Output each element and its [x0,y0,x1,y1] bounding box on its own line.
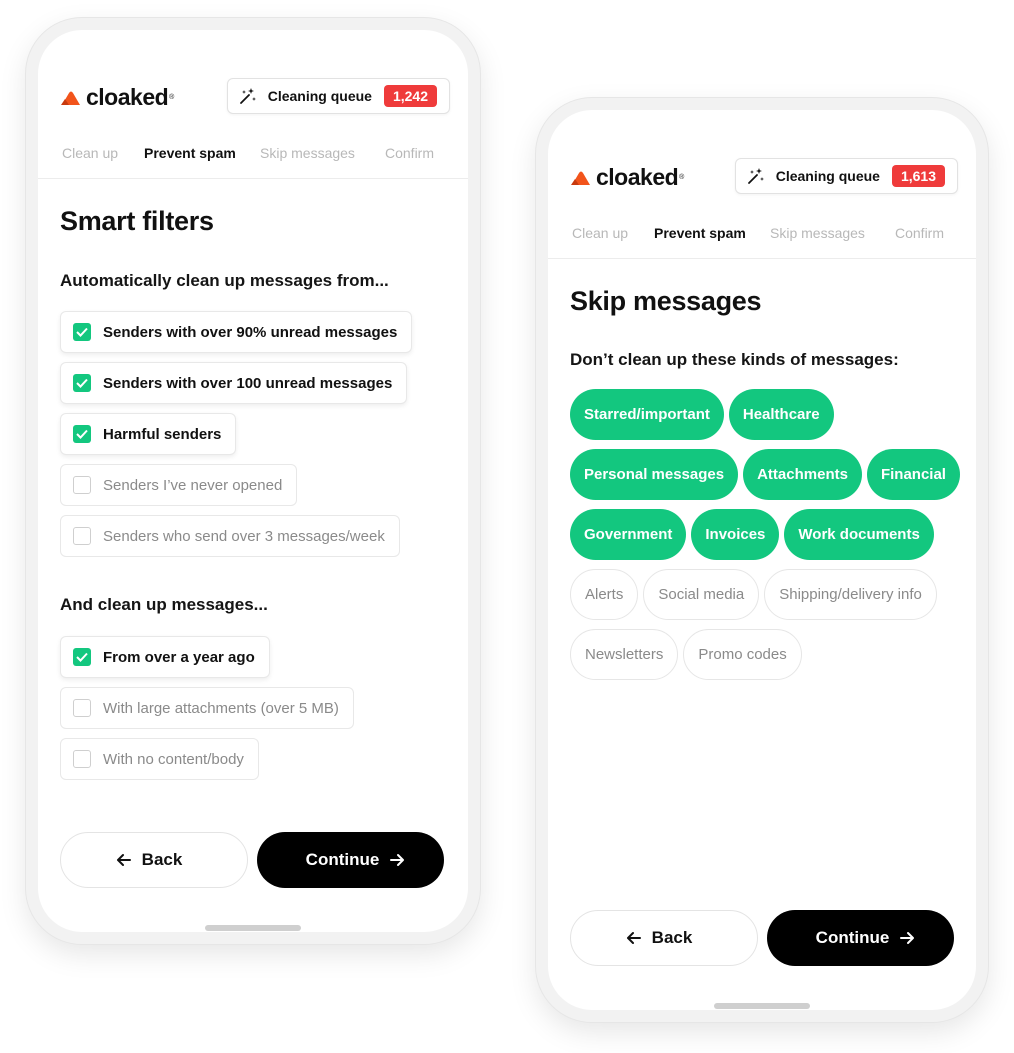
chip-work-documents[interactable]: Work documents [784,509,934,560]
filter-label: Harmful senders [103,425,222,443]
filter-harmful-senders[interactable]: Harmful senders [60,413,237,455]
phone-smart-filters: cloaked ® Cleaning queue 1,242 Clean up … [26,18,480,944]
filter-label: Senders who send over 3 messages/week [103,527,385,545]
step-tabs: Clean up Prevent spam Skip messages Conf… [38,140,468,179]
page-title: Smart filters [60,206,214,236]
arrow-right-icon [900,932,915,944]
checkbox-unchecked[interactable] [73,699,91,717]
back-label: Back [141,850,183,869]
checkbox-unchecked[interactable] [73,476,91,494]
phone-screen: cloaked ® Cleaning queue 1,242 Clean up … [38,30,468,932]
chip-personal-messages[interactable]: Personal messages [570,449,739,500]
step-tabs: Clean up Prevent spam Skip messages Conf… [548,220,976,259]
arrow-left-icon [626,932,641,944]
trademark-symbol: ® [679,174,685,181]
page-title: Skip messages [570,286,762,316]
cleaning-queue-label: Cleaning queue [775,168,880,184]
continue-label: Continue [815,928,890,947]
chip-starred-important[interactable]: Starred/important [570,389,724,440]
cloaked-logo: cloaked ® [60,84,174,111]
trademark-symbol: ® [169,94,175,101]
checkmark-icon [76,429,88,439]
chip-promo-codes[interactable]: Promo codes [683,629,802,680]
tab-confirm[interactable]: Confirm [895,225,944,241]
magic-wand-icon [747,168,764,184]
app-header: cloaked ® Cleaning queue 1,613 [548,158,976,198]
filter-unread-90[interactable]: Senders with over 90% unread messages [60,311,413,353]
cloaked-mark-icon [571,171,590,185]
tab-skip-messages[interactable]: Skip messages [770,225,865,241]
cleaning-queue-button[interactable]: Cleaning queue 1,613 [734,158,958,194]
phone-screen: cloaked ® Cleaning queue 1,613 Clean up … [548,110,976,1010]
filter-label: With no content/body [103,750,244,768]
message-type-chips: Starred/important Healthcare Personal me… [570,389,962,680]
filter-large-attachments[interactable]: With large attachments (over 5 MB) [60,687,354,729]
checkmark-icon [76,652,88,662]
tab-skip-messages[interactable]: Skip messages [260,145,355,161]
filter-label: Senders I’ve never opened [103,476,283,494]
queue-count-badge: 1,242 [383,85,437,107]
chip-financial[interactable]: Financial [866,449,960,500]
filter-frequent-senders[interactable]: Senders who send over 3 messages/week [60,515,400,557]
cleaning-queue-label: Cleaning queue [267,88,372,104]
queue-count-badge: 1,613 [891,165,945,187]
brand-name: cloaked [86,84,169,110]
tab-prevent-spam[interactable]: Prevent spam [144,145,236,161]
filter-over-a-year[interactable]: From over a year ago [60,636,270,678]
section-heading-skip: Don’t clean up these kinds of messages: [570,350,899,369]
home-indicator [205,925,301,931]
cleaning-queue-button[interactable]: Cleaning queue 1,242 [226,78,450,114]
chip-government[interactable]: Government [570,509,687,560]
continue-button[interactable]: Continue [767,910,954,966]
tab-prevent-spam[interactable]: Prevent spam [654,225,746,241]
continue-button[interactable]: Continue [257,832,444,888]
chip-newsletters[interactable]: Newsletters [570,629,679,680]
filter-label: From over a year ago [103,648,255,666]
filter-unread-100[interactable]: Senders with over 100 unread messages [60,362,408,404]
checkbox-checked[interactable] [73,648,91,666]
cloaked-mark-icon [61,91,80,105]
section-heading-senders: Automatically clean up messages from... [60,271,389,290]
filter-no-content[interactable]: With no content/body [60,738,259,780]
magic-wand-icon [239,88,256,104]
checkmark-icon [76,327,88,337]
checkbox-checked[interactable] [73,425,91,443]
filter-label: Senders with over 100 unread messages [103,374,393,392]
filter-label: Senders with over 90% unread messages [103,323,398,341]
tab-clean-up[interactable]: Clean up [572,225,628,241]
chip-invoices[interactable]: Invoices [691,509,780,560]
back-label: Back [651,928,693,947]
checkbox-checked[interactable] [73,323,91,341]
home-indicator [714,1003,810,1009]
app-header: cloaked ® Cleaning queue 1,242 [38,78,468,118]
tab-confirm[interactable]: Confirm [385,145,434,161]
cloaked-logo: cloaked ® [570,164,684,191]
chip-shipping-delivery[interactable]: Shipping/delivery info [764,569,937,620]
back-button[interactable]: Back [60,832,248,888]
chip-alerts[interactable]: Alerts [570,569,639,620]
chip-attachments[interactable]: Attachments [743,449,862,500]
checkbox-unchecked[interactable] [73,750,91,768]
continue-label: Continue [305,850,380,869]
tab-clean-up[interactable]: Clean up [62,145,118,161]
chip-social-media[interactable]: Social media [643,569,760,620]
checkbox-unchecked[interactable] [73,527,91,545]
checkbox-checked[interactable] [73,374,91,392]
brand-name: cloaked [596,164,679,190]
phone-skip-messages: cloaked ® Cleaning queue 1,613 Clean up … [536,98,988,1022]
arrow-left-icon [116,854,131,866]
back-button[interactable]: Back [570,910,758,966]
arrow-right-icon [390,854,405,866]
chip-healthcare[interactable]: Healthcare [728,389,834,440]
filter-label: With large attachments (over 5 MB) [103,699,339,717]
checkmark-icon [76,378,88,388]
section-heading-messages: And clean up messages... [60,595,268,614]
filter-never-opened[interactable]: Senders I’ve never opened [60,464,298,506]
